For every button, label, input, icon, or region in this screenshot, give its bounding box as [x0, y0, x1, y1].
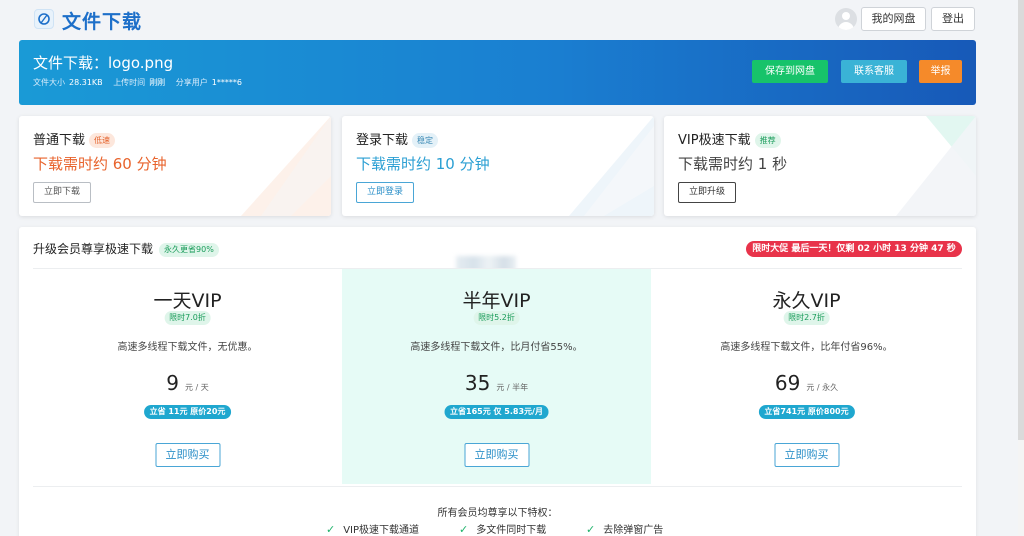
- plan-price: 9元 / 天: [166, 371, 209, 395]
- logout-button[interactable]: 登出: [931, 7, 975, 31]
- plan-name: 永久VIP: [772, 290, 841, 312]
- save-90-badge: 永久更省90%: [159, 243, 219, 257]
- stable-badge: 稳定: [412, 133, 439, 148]
- savings-badge: 立省 11元 原价20元: [143, 405, 232, 419]
- plan-half-year: 半年VIP 限时5.2折 高速多线程下载文件，比月付省55%。 35 元 / 半年…: [342, 269, 651, 484]
- normal-download-card: 普通下载 低速 下载需时约 60 分钟 立即下载: [19, 116, 331, 216]
- plan-description: 高速多线程下载文件，无优惠。: [117, 342, 258, 353]
- card-title: 登录下载 稳定: [356, 129, 439, 148]
- plan-price: 69 元 / 永久: [774, 371, 839, 395]
- discount-tag: 限时7.0折: [164, 311, 211, 325]
- plan-price: 35 元 / 半年: [464, 371, 529, 395]
- vip-panel-title: 升级会员尊享极速下载 永久更省90%: [33, 240, 219, 257]
- contact-support-button[interactable]: 联系客服: [841, 60, 907, 83]
- vip-download-card: VIP极速下载 推荐 下载需时约 1 秒 立即升级: [664, 116, 976, 216]
- buy-now-button[interactable]: 立即购买: [774, 443, 839, 467]
- file-title: 文件下载：logo.png: [33, 54, 174, 72]
- vip-upgrade-panel: 升级会员尊享极速下载 永久更省90% 限时大促 最后一天！仅剩 02 小时 13 …: [19, 227, 976, 536]
- upload-time-label: 上传时间: [113, 78, 146, 87]
- report-button[interactable]: 举报: [919, 60, 962, 83]
- sharer-value: 1*****6: [211, 78, 242, 87]
- card-title: VIP极速下载 推荐: [678, 129, 781, 148]
- buy-now-button[interactable]: 立即购买: [464, 443, 529, 467]
- download-time: 下载需时约 1 秒: [678, 155, 788, 173]
- discount-tag: 限时2.7折: [783, 311, 830, 325]
- plan-one-day: 一天VIP 限时7.0折 高速多线程下载文件，无优惠。 9元 / 天 立省 11…: [33, 269, 342, 484]
- perk-item: ✓ 多文件同时下载: [459, 523, 547, 536]
- my-disk-button[interactable]: 我的网盘: [861, 7, 926, 31]
- buy-now-button[interactable]: 立即购买: [155, 443, 220, 467]
- download-time: 下载需时约 60 分钟: [33, 155, 167, 173]
- upgrade-now-button[interactable]: 立即升级: [678, 182, 737, 203]
- savings-badge: 立省741元 原价800元: [758, 405, 855, 419]
- check-icon: ✓: [459, 523, 469, 536]
- check-icon: ✓: [586, 523, 596, 536]
- page-scrollbar[interactable]: [1018, 0, 1024, 536]
- scrollbar-thumb[interactable]: [1018, 0, 1024, 440]
- countdown-promo-badge: 限时大促 最后一天！仅剩 02 小时 13 分钟 47 秒: [746, 241, 962, 257]
- top-bar: 文件下载 我的网盘 登出: [0, 0, 1024, 38]
- file-banner: 文件下载：logo.png 文件大小 28.31KB 上传时间 刚刚 分享用户 1**…: [19, 40, 976, 105]
- card-decoration: [896, 116, 976, 216]
- upload-time-value: 刚刚: [149, 78, 166, 87]
- download-time: 下载需时约 10 分钟: [356, 155, 490, 173]
- login-download-card: 登录下载 稳定 下载需时约 10 分钟 立即登录: [342, 116, 654, 216]
- plan-description: 高速多线程下载文件，比年付省96%。: [720, 342, 893, 353]
- card-decoration: [569, 116, 654, 216]
- perk-item: ✓ VIP极速下载通道: [326, 523, 420, 536]
- check-icon: ✓: [326, 523, 336, 536]
- download-now-button[interactable]: 立即下载: [33, 182, 92, 203]
- sharer-label: 分享用户: [175, 78, 208, 87]
- site-title[interactable]: 文件下载: [62, 7, 142, 34]
- avatar[interactable]: [835, 8, 857, 30]
- divider: [33, 486, 962, 487]
- card-decoration: [241, 116, 331, 216]
- logo-icon[interactable]: [34, 9, 54, 29]
- file-size-label: 文件大小: [33, 78, 65, 87]
- file-size-value: 28.31KB: [69, 78, 103, 87]
- file-meta: 文件大小 28.31KB 上传时间 刚刚 分享用户 1*****6: [33, 77, 250, 88]
- card-title: 普通下载 低速: [33, 129, 116, 148]
- perks-title: 所有会员均尊享以下特权：: [437, 508, 558, 519]
- plan-name: 半年VIP: [462, 290, 531, 312]
- recommended-badge: 推荐: [754, 133, 781, 148]
- perk-item: ✓ 去除弹窗广告: [586, 523, 664, 536]
- plan-name: 一天VIP: [153, 290, 222, 312]
- savings-badge: 立省165元 仅 5.83元/月: [444, 405, 549, 419]
- discount-tag: 限时5.2折: [473, 311, 520, 325]
- plan-description: 高速多线程下载文件，比月付省55%。: [410, 342, 583, 353]
- low-speed-badge: 低速: [89, 133, 116, 148]
- save-to-disk-button[interactable]: 保存到网盘: [752, 60, 828, 83]
- login-now-button[interactable]: 立即登录: [356, 182, 415, 203]
- plan-lifetime: 永久VIP 限时2.7折 高速多线程下载文件，比年付省96%。 69 元 / 永久…: [652, 269, 961, 484]
